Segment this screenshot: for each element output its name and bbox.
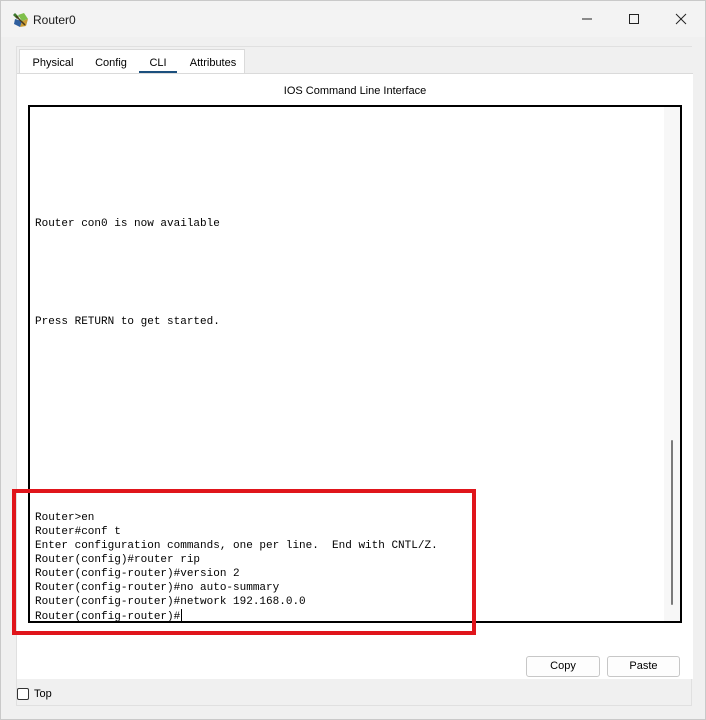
top-checkbox[interactable] [17, 688, 29, 700]
terminal-prompt: Router(config-router)# [35, 611, 181, 623]
minimize-icon [582, 18, 592, 20]
tab-bar: Physical Config CLI Attributes [17, 47, 693, 74]
maximize-icon [629, 14, 639, 24]
cli-panel: IOS Command Line Interface Router con0 i… [17, 73, 693, 679]
terminal-output[interactable]: Router con0 is now available Press RETUR… [35, 107, 660, 621]
tab-config[interactable]: Config [93, 57, 129, 69]
terminal-line: Router(config-router)#no auto-summary [35, 582, 280, 594]
terminal-prompt-line[interactable]: Router(config-router)# [35, 609, 183, 623]
terminal-line: Router(config-router)#network 192.168.0.… [35, 596, 306, 608]
tab-cli[interactable]: CLI [139, 57, 177, 69]
close-button[interactable] [658, 1, 704, 37]
router-icon [13, 13, 28, 27]
paste-button[interactable]: Paste [607, 656, 680, 677]
terminal-scrollbar[interactable] [664, 107, 680, 621]
terminal-line: Router(config)#router rip [35, 554, 201, 566]
footer-bar: Top [17, 682, 693, 706]
terminal-line: Router(config-router)#version 2 [35, 568, 240, 580]
text-cursor [181, 609, 183, 621]
tab-strip: Physical Config CLI Attributes [19, 49, 245, 74]
terminal-line: Press RETURN to get started. [35, 316, 220, 328]
window-title: Router0 [33, 13, 76, 27]
device-content: Physical Config CLI Attributes IOS Comma… [16, 46, 693, 706]
cli-heading: IOS Command Line Interface [283, 85, 427, 97]
title-bar[interactable]: Router0 [1, 1, 705, 37]
close-icon [675, 13, 687, 25]
router-window: Router0 Physical Config CLI Attributes I… [0, 0, 706, 720]
tab-physical[interactable]: Physical [32, 57, 74, 69]
minimize-button[interactable] [564, 1, 610, 37]
tab-attributes[interactable]: Attributes [187, 57, 239, 69]
maximize-button[interactable] [611, 1, 657, 37]
top-checkbox-label: Top [34, 688, 52, 700]
cli-terminal[interactable]: Router con0 is now available Press RETUR… [28, 105, 682, 623]
scrollbar-thumb[interactable] [671, 440, 673, 605]
copy-button[interactable]: Copy [526, 656, 600, 677]
terminal-line: Router#conf t [35, 526, 121, 538]
terminal-line: Router con0 is now available [35, 218, 220, 230]
terminal-line: Router>en [35, 512, 95, 524]
terminal-line: Enter configuration commands, one per li… [35, 540, 438, 552]
